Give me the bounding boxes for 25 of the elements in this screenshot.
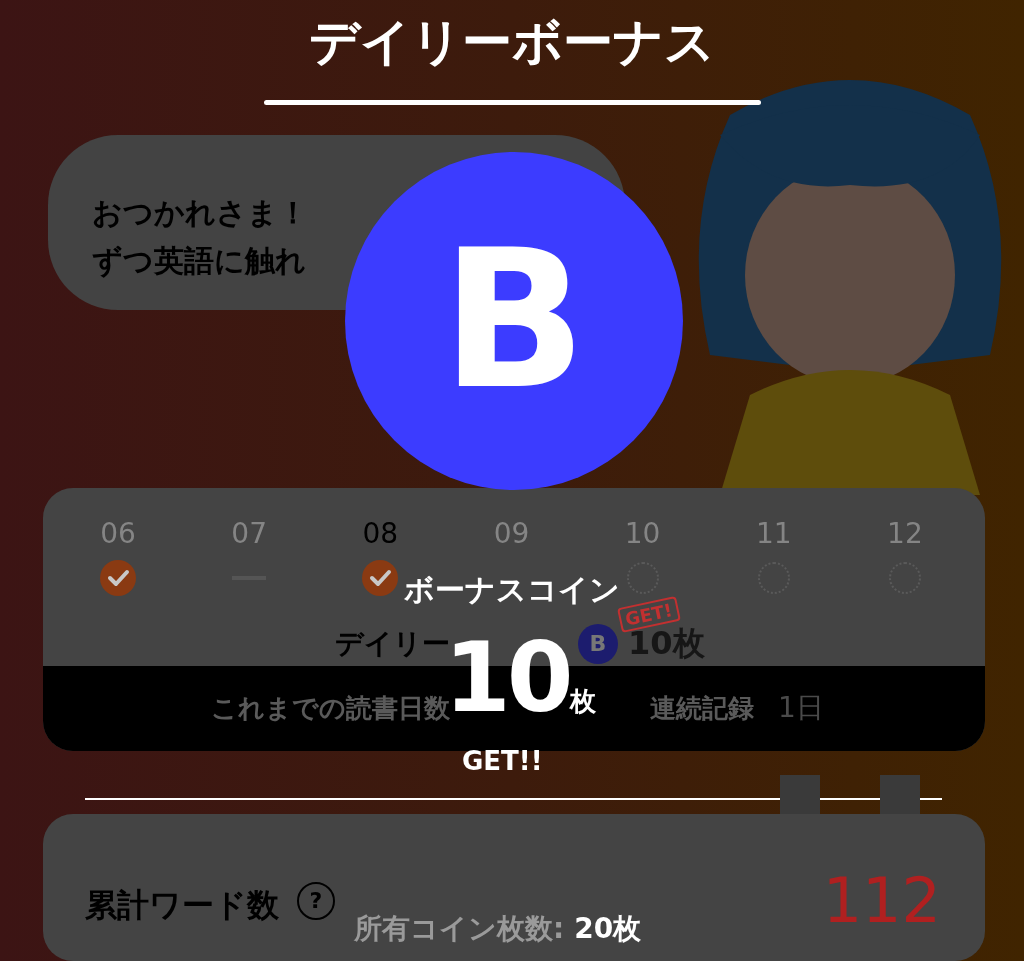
reward-get-text: GET!! [462,745,543,778]
page-title: デイリーボーナス [309,12,715,73]
balance-value: 20枚 [574,911,642,947]
coin-icon: B [578,623,618,664]
stat-value: 1日 [778,690,824,727]
help-icon: ? [297,881,335,920]
words-label: 累計ワード数 [85,884,279,926]
stat-label: これまでの読書日数 [211,691,450,725]
day-label: 06 [100,515,136,552]
message-line: おつかれさま！ [92,194,308,232]
day-label: 08 [362,515,399,552]
get-stamp: GET! [617,595,681,633]
day-label: 10 [624,515,661,552]
reward-unit: 枚 [570,685,596,717]
day-label: 07 [231,515,267,552]
reward-heading: ボーナスコイン [404,571,620,609]
day-label: 11 [755,515,792,552]
bonus-label: デイリー [335,625,450,662]
stat-label: 連続記録 [650,691,754,725]
message-line: ずつ英語に触れ [92,242,306,280]
coin-icon: B [345,152,683,490]
words-value: 112 [822,865,941,936]
day-label: 09 [493,515,530,552]
day-label: 12 [887,515,923,552]
balance-label: 所有コイン枚数: [354,911,565,947]
